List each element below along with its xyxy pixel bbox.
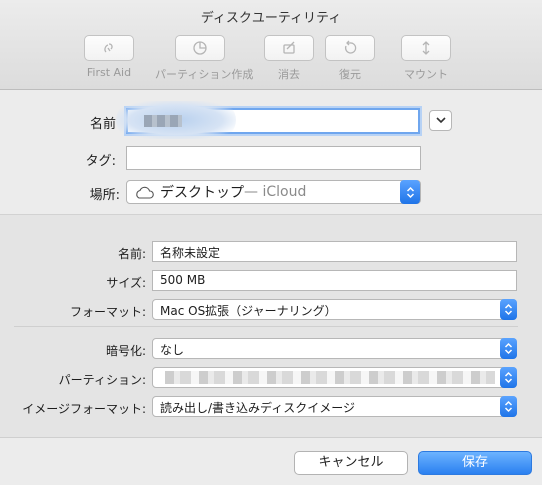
image-options-panel: 名前: 名称未設定 サイズ: 500 MB フォーマット: Mac OS拡張（ジ… (0, 215, 542, 438)
popup-arrows-icon (500, 299, 517, 320)
encryption-popup[interactable]: なし (152, 338, 517, 359)
mount-button[interactable] (401, 35, 451, 61)
image-format-value: 読み出し/書き込みディスクイメージ (160, 401, 355, 415)
image-format-label: イメージフォーマット: (22, 402, 146, 416)
toolbar-partition[interactable]: パーティション作成 (155, 35, 254, 82)
popup-arrows-icon (400, 180, 420, 204)
format-label: フォーマット: (69, 305, 146, 319)
name-field[interactable] (116, 101, 420, 139)
window-title: ディスクユーティリティ (200, 11, 342, 26)
toolbar-label: パーティション作成 (155, 68, 254, 81)
location-value: デスクトップ (160, 185, 244, 201)
cancel-button[interactable]: キャンセル (294, 451, 408, 475)
popup-arrows-icon (500, 396, 517, 417)
partition-popup[interactable] (152, 367, 517, 388)
encryption-value: なし (160, 343, 185, 357)
save-button[interactable]: 保存 (418, 451, 532, 475)
erase-icon (283, 41, 295, 54)
location-suffix: — iCloud (244, 184, 307, 200)
popup-arrows-icon (500, 367, 517, 388)
format-value: Mac OS拡張（ジャーナリング） (160, 304, 337, 318)
first-aid-icon (104, 43, 113, 53)
image-format-popup[interactable]: 読み出し/書き込みディスクイメージ (152, 396, 517, 417)
toolbar-label: First Aid (86, 66, 132, 79)
toolbar: ディスクユーティリティ First Aid パーティション作成 消去 復元 マウ… (0, 0, 542, 90)
format-popup[interactable]: Mac OS拡張（ジャーナリング） (152, 299, 517, 320)
dialog-footer: キャンセル 保存 (0, 439, 542, 485)
partition-button[interactable] (175, 35, 225, 61)
location-popup[interactable]: デスクトップ — iCloud (126, 180, 421, 204)
first-aid-button[interactable] (84, 35, 134, 61)
redacted-region (165, 371, 495, 384)
expand-button[interactable] (429, 110, 452, 131)
name-label: 名前 (89, 117, 116, 132)
image-name-label: 名前: (117, 247, 146, 261)
location-label: 場所: (89, 188, 120, 203)
redacted-region (144, 115, 182, 127)
chevron-down-icon (435, 117, 446, 124)
toolbar-first-aid[interactable]: First Aid (64, 35, 154, 79)
tag-field[interactable] (126, 146, 421, 170)
partition-icon (193, 41, 207, 55)
restore-button[interactable] (325, 35, 375, 61)
cloud-icon (136, 186, 154, 199)
size-field[interactable]: 500 MB (152, 270, 517, 291)
tag-label: タグ: (85, 154, 116, 169)
toolbar-label: マウント (404, 68, 448, 81)
encryption-label: 暗号化: (105, 344, 146, 358)
divider (14, 326, 518, 327)
toolbar-mount[interactable]: マウント (381, 35, 471, 82)
save-panel: 名前 タグ: 場所: デスクトップ — iCloud (0, 91, 542, 215)
restore-icon (344, 40, 357, 54)
size-label: サイズ: (106, 276, 146, 290)
image-name-field[interactable]: 名称未設定 (152, 241, 517, 262)
popup-arrows-icon (500, 338, 517, 359)
mount-icon (422, 41, 430, 55)
partition-label: パーティション: (58, 373, 146, 387)
